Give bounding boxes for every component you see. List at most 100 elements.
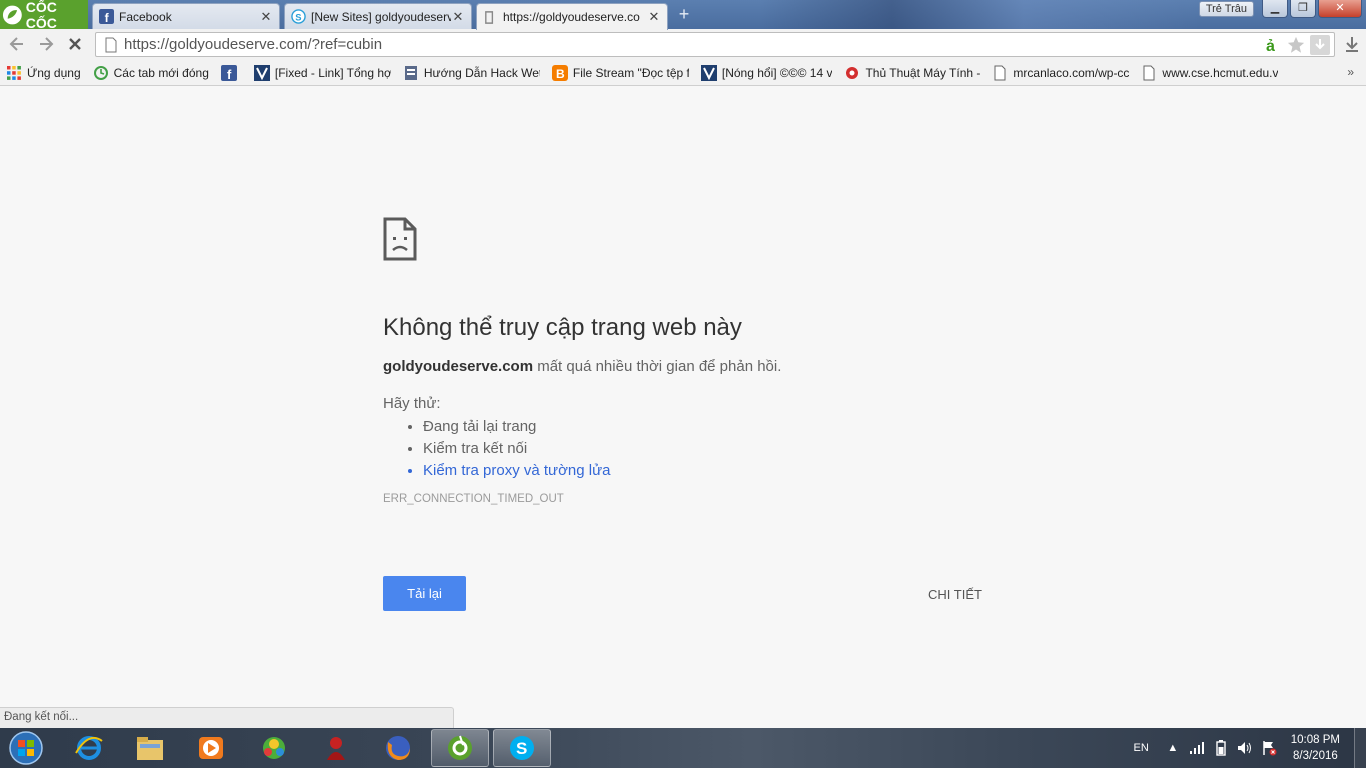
network-signal-icon[interactable] (1189, 740, 1205, 756)
bookmark-thu-thuat[interactable]: Thủ Thuật Máy Tính - (844, 65, 980, 81)
close-tab-icon[interactable]: ✕ (647, 9, 661, 25)
system-tray: EN ▲ 10:08 PM 8/3/2016 (1133, 728, 1366, 768)
action-center-flag-icon[interactable] (1261, 740, 1277, 756)
page-loading-icon (485, 10, 494, 24)
close-icon (69, 38, 81, 50)
taskbar-media-player[interactable] (182, 729, 240, 767)
bookmark-star-button[interactable] (1286, 35, 1306, 55)
taskbar-red-app[interactable] (307, 729, 365, 767)
bookmark-label: [Nóng hổi] ©©© 14 v (721, 66, 833, 80)
error-description-text: mất quá nhiều thời gian để phản hồi. (533, 358, 782, 375)
suggestions-list: Đang tải lại trang Kiểm tra kết nối Kiểm… (383, 418, 993, 479)
tab-title: Facebook (119, 9, 172, 24)
bookmark-label: File Stream "Đọc tệp f (572, 66, 689, 80)
tab-facebook[interactable]: f Facebook ✕ (92, 3, 280, 29)
error-code: ERR_CONNECTION_TIMED_OUT (383, 493, 564, 505)
tab-goldyoudeserve[interactable]: https://goldyoudeserve.co ✕ (476, 3, 668, 30)
firefox-icon (386, 736, 410, 760)
restore-button[interactable]: ❐ (1290, 0, 1316, 18)
bookmark-hack-guide[interactable]: Hướng Dẫn Hack Wet (403, 65, 540, 81)
svg-text:B: B (556, 67, 565, 81)
details-button[interactable]: CHI TIẾT (917, 582, 993, 606)
arrow-left-icon (9, 37, 23, 51)
profile-button[interactable]: Trẻ Trâu (1198, 1, 1254, 17)
forward-button[interactable] (34, 34, 58, 56)
bookmark-recent-tabs[interactable]: Các tab mới đóng (93, 65, 209, 81)
taskbar: S EN ▲ 10:08 PM 8/3/2016 (0, 728, 1366, 768)
close-tab-icon[interactable]: ✕ (451, 9, 465, 25)
address-bar[interactable]: ả (95, 32, 1335, 57)
coccoc-icon (448, 735, 472, 760)
bookmark-label: Thủ Thuật Máy Tính - (865, 66, 981, 80)
history-icon (93, 66, 108, 80)
vforum-icon (700, 65, 717, 81)
clock[interactable]: 10:08 PM 8/3/2016 (1291, 732, 1340, 764)
skype-icon: S (510, 736, 534, 760)
battery-icon[interactable] (1213, 740, 1229, 756)
window-controls: ▁ ❐ ✕ (1262, 0, 1362, 18)
apps-grid-icon (7, 66, 21, 80)
show-desktop-button[interactable] (1354, 728, 1366, 768)
messenger-bird-icon (263, 737, 285, 759)
file-explorer-icon (137, 737, 163, 760)
bookmark-fixed-link[interactable]: [Fixed - Link] Tổng hợ (253, 65, 391, 81)
start-button[interactable] (4, 729, 48, 767)
taskbar-firefox[interactable] (369, 729, 427, 767)
browser-toolbar: ả (0, 29, 1366, 61)
internet-explorer-icon (75, 736, 103, 760)
taskbar-internet-explorer[interactable] (60, 729, 118, 767)
bookmark-mrcanlaco[interactable]: mrcanlaco.com/wp-cc (992, 65, 1129, 81)
svg-text:S: S (516, 739, 527, 758)
bookmarks-overflow-chevron-icon[interactable]: » (1347, 65, 1354, 79)
blogger-icon: B (551, 65, 568, 81)
error-description: goldyoudeserve.com mất quá nhiều thời gi… (383, 358, 993, 375)
savior-download-button[interactable] (1310, 34, 1330, 55)
minimize-button[interactable]: ▁ (1262, 0, 1288, 18)
suggestion-reload: Đang tải lại trang (423, 418, 993, 435)
page-content: Không thể truy cập trang web này goldyou… (0, 87, 1366, 728)
translate-button[interactable]: ả (1262, 35, 1282, 55)
tab-new-sites[interactable]: S [New Sites] goldyoudeserve ✕ (284, 3, 472, 29)
close-tab-icon[interactable]: ✕ (259, 9, 273, 25)
url-input[interactable] (124, 36, 1262, 53)
error-title: Không thể truy cập trang web này (383, 314, 742, 341)
red-icon (846, 67, 859, 79)
taskbar-file-explorer[interactable] (121, 729, 179, 767)
download-arrow-icon (1315, 38, 1325, 49)
suggestion-check-connection: Kiểm tra kết nối (423, 440, 993, 457)
back-button[interactable] (5, 34, 29, 56)
coccoc-logo-icon (2, 5, 22, 24)
bookmark-label: mrcanlaco.com/wp-cc (1013, 66, 1130, 80)
taskbar-coccoc[interactable] (431, 729, 489, 767)
suggestion-check-proxy-link[interactable]: Kiểm tra proxy và tường lửa (423, 462, 993, 479)
media-player-icon (199, 737, 223, 759)
new-tab-button[interactable]: + (674, 5, 694, 23)
tabstrip-background (760, 0, 1200, 29)
downloads-button[interactable] (1340, 35, 1364, 57)
clock-date: 8/3/2016 (1293, 750, 1338, 762)
error-domain: goldyoudeserve.com (383, 358, 534, 375)
show-hidden-icons-chevron-up-icon[interactable]: ▲ (1165, 740, 1181, 756)
skype-icon: S (291, 9, 306, 24)
bookmark-cse-hcmut[interactable]: www.cse.hcmut.edu.v (1141, 65, 1278, 81)
coccoc-menu-button[interactable]: CỐC CỐC (0, 0, 88, 31)
bookmark-file-stream[interactable]: B File Stream "Đọc tệp f (551, 65, 689, 81)
clock-time: 10:08 PM (1290, 734, 1340, 746)
language-indicator[interactable]: EN (1133, 742, 1148, 754)
reload-button[interactable]: Tải lại (383, 576, 466, 611)
volume-icon[interactable] (1237, 740, 1253, 756)
vietnamese-typing-icon: ả (1266, 38, 1275, 54)
bookmark-nong-hoi[interactable]: [Nóng hổi] ©©© 14 v (700, 65, 833, 81)
taskbar-skype[interactable]: S (493, 729, 551, 767)
bookmark-label: Các tab mới đóng (113, 66, 209, 80)
close-window-button[interactable]: ✕ (1318, 0, 1362, 18)
taskbar-messenger[interactable] (245, 729, 303, 767)
svg-text:f: f (227, 67, 232, 81)
try-label: Hãy thử: (383, 395, 441, 412)
tab-strip: CỐC CỐC f Facebook ✕ S [New Sites] goldy… (0, 0, 1366, 31)
arrow-right-icon (40, 37, 54, 51)
bookmark-facebook[interactable]: f (220, 65, 242, 81)
bookmark-label: Ứng dụng (27, 66, 81, 80)
bookmark-apps[interactable]: Ứng dụng (6, 65, 81, 81)
stop-button[interactable] (63, 34, 87, 56)
